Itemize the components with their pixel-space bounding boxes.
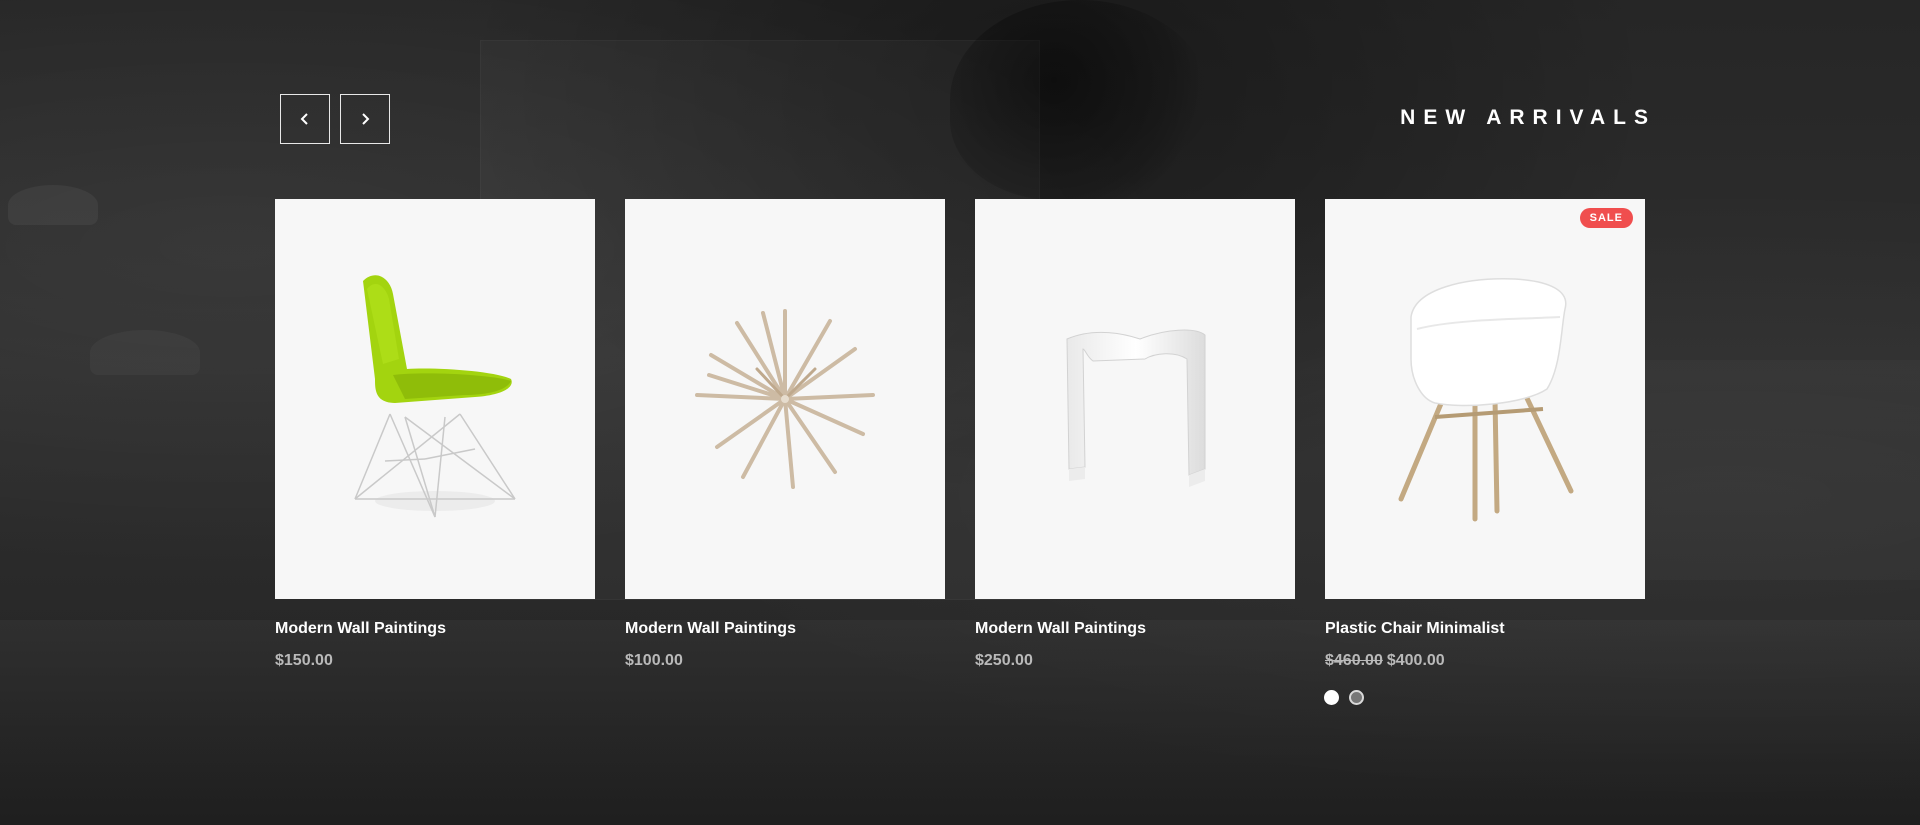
current-price: $400.00: [1386, 652, 1445, 669]
chevron-left-icon: [300, 113, 308, 125]
product-card[interactable]: Modern Wall Paintings $250.00: [975, 199, 1295, 670]
starburst-clock-image: [695, 309, 875, 489]
product-image[interactable]: [625, 199, 945, 599]
product-card[interactable]: Modern Wall Paintings $100.00: [625, 199, 945, 670]
carousel-navigation: [280, 94, 390, 144]
section-title: NEW ARRIVALS: [1400, 106, 1656, 129]
current-price: $150.00: [275, 652, 333, 669]
product-price: $250.00: [975, 652, 1295, 670]
background-lamp: [90, 330, 200, 375]
product-price: $460.00 $400.00: [1325, 652, 1645, 670]
carousel-pagination: [1324, 690, 1364, 705]
product-name[interactable]: Modern Wall Paintings: [975, 620, 1295, 638]
pagination-dot-active[interactable]: [1324, 690, 1339, 705]
sale-badge: SALE: [1579, 208, 1633, 228]
white-chair-image: [1398, 278, 1574, 522]
carousel-prev-button[interactable]: [280, 94, 330, 144]
green-chair-image: [354, 275, 516, 518]
product-card[interactable]: SALE Plastic Chair Minimalist $460.00 $40…: [1325, 199, 1645, 670]
product-price: $150.00: [275, 652, 595, 670]
product-carousel: Modern Wall Paintings $150.00 Modern Wal…: [275, 199, 1645, 670]
carousel-next-button[interactable]: [340, 94, 390, 144]
current-price: $100.00: [625, 652, 683, 669]
background-lamp: [8, 185, 98, 225]
background-kitchen: [1640, 360, 1920, 580]
product-image[interactable]: SALE: [1325, 199, 1645, 599]
product-image[interactable]: [975, 199, 1295, 599]
product-name[interactable]: Plastic Chair Minimalist: [1325, 620, 1645, 638]
old-price: $460.00: [1325, 652, 1383, 669]
product-image[interactable]: [275, 199, 595, 599]
chevron-right-icon: [362, 113, 370, 125]
product-card[interactable]: Modern Wall Paintings $150.00: [275, 199, 595, 670]
pagination-dot[interactable]: [1349, 690, 1364, 705]
product-name[interactable]: Modern Wall Paintings: [275, 620, 595, 638]
white-stool-image: [1066, 329, 1206, 487]
product-name[interactable]: Modern Wall Paintings: [625, 620, 945, 638]
current-price: $250.00: [975, 652, 1033, 669]
background-plant: [950, 0, 1210, 200]
product-price: $100.00: [625, 652, 945, 670]
